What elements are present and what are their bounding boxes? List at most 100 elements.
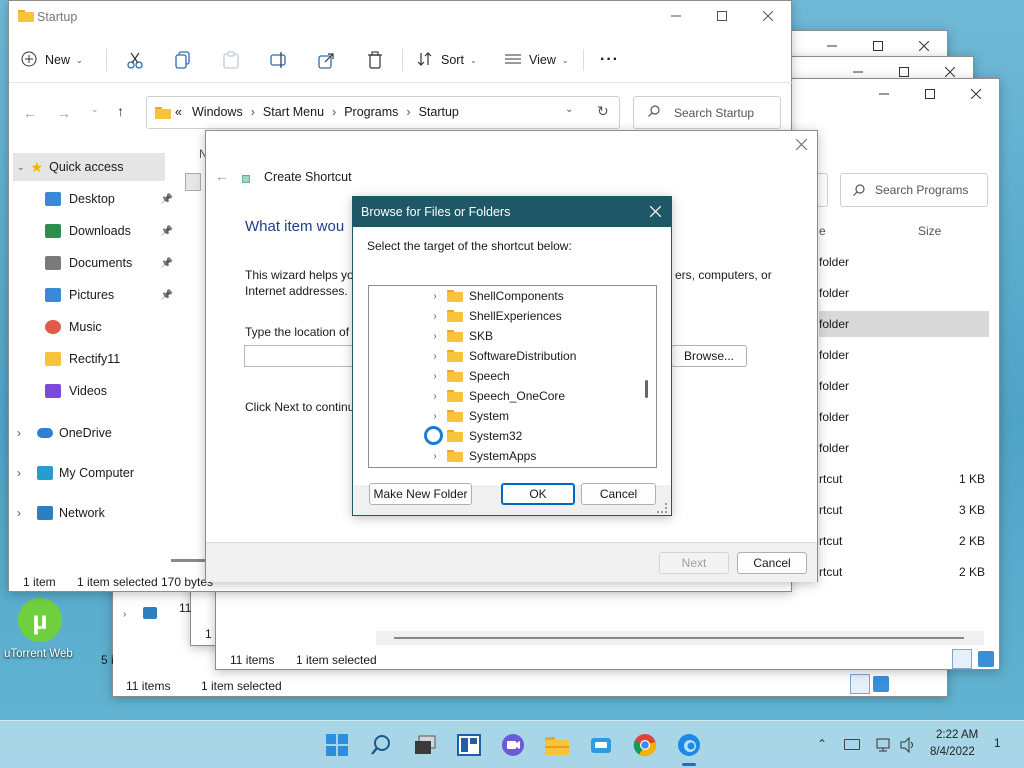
dialog-title-bar[interactable]: Browse for Files or Folders xyxy=(353,197,671,227)
clock-date[interactable]: 8/4/2022 xyxy=(930,746,975,758)
view-details-icon[interactable] xyxy=(952,649,972,669)
network-icon[interactable] xyxy=(876,737,892,756)
store-icon[interactable] xyxy=(587,731,615,759)
recent-chevron-icon[interactable]: ⌄ xyxy=(91,104,99,115)
back-arrow-icon[interactable]: ← xyxy=(215,168,229,184)
view-tiles-icon[interactable] xyxy=(873,676,889,692)
search-box[interactable]: Search Startup xyxy=(633,96,781,129)
horizontal-scrollbar[interactable] xyxy=(171,559,207,562)
file-explorer-icon[interactable] xyxy=(543,731,571,759)
folder-tree[interactable]: › ShellComponents › ShellExperiences › SKB › So… xyxy=(368,285,657,468)
resize-grip-icon[interactable] xyxy=(657,503,667,513)
cut-icon[interactable] xyxy=(126,51,144,72)
start-windows-icon[interactable] xyxy=(323,731,351,759)
sidebar-item-pictures[interactable]: Pictures 📌 xyxy=(45,281,173,309)
clock-time[interactable]: 2:22 AM xyxy=(936,729,978,741)
view-details-icon[interactable] xyxy=(850,674,870,694)
volume-icon[interactable] xyxy=(899,736,917,756)
chevron-right-icon[interactable]: › xyxy=(429,411,441,422)
tree-scrollbar[interactable] xyxy=(645,380,648,398)
minimize-button[interactable] xyxy=(653,1,699,31)
sidebar-item-network[interactable]: › Network xyxy=(17,499,173,527)
file-icon[interactable] xyxy=(185,173,201,191)
chevron-right-icon[interactable]: › xyxy=(429,351,441,362)
utorrent-desktop-icon[interactable]: µ uTorrent Web xyxy=(4,598,82,664)
chrome-icon[interactable] xyxy=(631,731,659,759)
table-row[interactable]: folder xyxy=(819,404,989,430)
show-hidden-icons-icon[interactable]: ⌃ xyxy=(817,737,827,751)
breadcrumb-separator-icon[interactable]: › xyxy=(332,105,336,119)
tree-chevron-icon[interactable]: › xyxy=(123,609,126,620)
copy-icon[interactable] xyxy=(175,51,191,72)
cancel-button[interactable]: Cancel xyxy=(581,483,656,505)
table-row[interactable]: folder xyxy=(819,280,989,306)
table-row[interactable]: folder xyxy=(819,249,989,275)
sort-button[interactable]: Sort ⌄ xyxy=(417,47,477,73)
table-row[interactable]: folder xyxy=(819,373,989,399)
sidebar-item-downloads[interactable]: Downloads 📌 xyxy=(45,217,173,245)
view-tiles-icon[interactable] xyxy=(978,651,994,667)
browse-button[interactable]: Browse... xyxy=(671,345,747,367)
column-type-header[interactable]: e xyxy=(819,224,826,238)
breadcrumb-item[interactable]: Startup xyxy=(419,105,459,119)
widgets-icon[interactable] xyxy=(455,731,483,759)
address-overflow[interactable]: « xyxy=(175,105,182,119)
chevron-down-icon[interactable]: ⌄ xyxy=(565,104,573,115)
breadcrumb-item[interactable]: Windows xyxy=(192,105,243,119)
table-row[interactable]: rtcut 2 KB xyxy=(819,528,989,554)
minimize-button[interactable] xyxy=(861,79,907,109)
search-icon[interactable] xyxy=(367,731,395,759)
back-arrow-icon[interactable]: ← xyxy=(23,105,37,121)
table-row[interactable]: folder xyxy=(819,342,989,368)
more-options-icon[interactable]: ··· xyxy=(600,51,619,69)
tree-item[interactable]: › SoftwareDistribution xyxy=(369,346,649,366)
refresh-icon[interactable]: ↻ xyxy=(597,103,609,120)
new-button[interactable]: New ⌄ xyxy=(21,47,83,73)
sidebar-item-my-computer[interactable]: › My Computer xyxy=(17,459,173,487)
sidebar-item-desktop[interactable]: Desktop 📌 xyxy=(45,185,173,213)
search-box[interactable]: Search Programs xyxy=(840,173,988,207)
sidebar-item-rectify11[interactable]: Rectify11 xyxy=(45,345,173,373)
ok-button[interactable]: OK xyxy=(501,483,575,505)
table-row[interactable]: folder xyxy=(819,435,989,461)
task-view-icon[interactable] xyxy=(411,731,439,759)
breadcrumb-separator-icon[interactable]: › xyxy=(251,105,255,119)
notification-count-badge[interactable]: 1 xyxy=(994,738,1000,750)
edge-icon[interactable] xyxy=(675,731,703,759)
close-button[interactable] xyxy=(953,79,999,109)
view-button[interactable]: View ⌄ xyxy=(505,47,569,73)
tree-item[interactable]: › System xyxy=(369,406,649,426)
paste-icon[interactable] xyxy=(223,51,239,72)
table-row[interactable]: folder xyxy=(819,311,989,337)
table-row[interactable]: rtcut 1 KB xyxy=(819,466,989,492)
share-icon[interactable] xyxy=(318,51,336,72)
horizontal-scrollbar[interactable] xyxy=(376,631,984,645)
breadcrumb-item[interactable]: Start Menu xyxy=(263,105,324,119)
make-new-folder-button[interactable]: Make New Folder xyxy=(369,483,472,505)
up-arrow-icon[interactable]: ↑ xyxy=(117,103,124,119)
table-row[interactable]: rtcut 2 KB xyxy=(819,559,989,585)
keyboard-icon[interactable] xyxy=(844,739,860,750)
tree-item[interactable]: ›System32 xyxy=(369,426,649,446)
chevron-right-icon[interactable]: › xyxy=(429,391,441,402)
close-button[interactable] xyxy=(745,1,791,31)
tree-item[interactable]: › Speech xyxy=(369,366,649,386)
tree-item[interactable]: › ShellComponents xyxy=(369,286,649,306)
address-bar[interactable]: « Windows › Start Menu › Programs › Startup ⌄ … xyxy=(146,96,620,129)
chevron-right-icon[interactable]: › xyxy=(17,426,31,440)
sidebar-item-videos[interactable]: Videos xyxy=(45,377,173,405)
breadcrumb-separator-icon[interactable]: › xyxy=(406,105,410,119)
close-icon[interactable] xyxy=(795,138,808,153)
chevron-right-icon[interactable]: › xyxy=(429,451,441,462)
tree-item[interactable]: › Speech_OneCore xyxy=(369,386,649,406)
cancel-button[interactable]: Cancel xyxy=(737,552,807,574)
tree-item[interactable]: › SystemApps xyxy=(369,446,649,466)
sidebar-item-quick-access[interactable]: ⌄ ★ Quick access xyxy=(13,153,165,181)
sidebar-item-documents[interactable]: Documents 📌 xyxy=(45,249,173,277)
sidebar-item-onedrive[interactable]: › OneDrive xyxy=(17,419,173,447)
forward-arrow-icon[interactable]: → xyxy=(57,105,71,121)
next-button[interactable]: Next xyxy=(659,552,729,574)
sidebar-item-music[interactable]: Music xyxy=(45,313,173,341)
location-input[interactable] xyxy=(244,345,354,367)
rename-icon[interactable] xyxy=(270,51,288,72)
